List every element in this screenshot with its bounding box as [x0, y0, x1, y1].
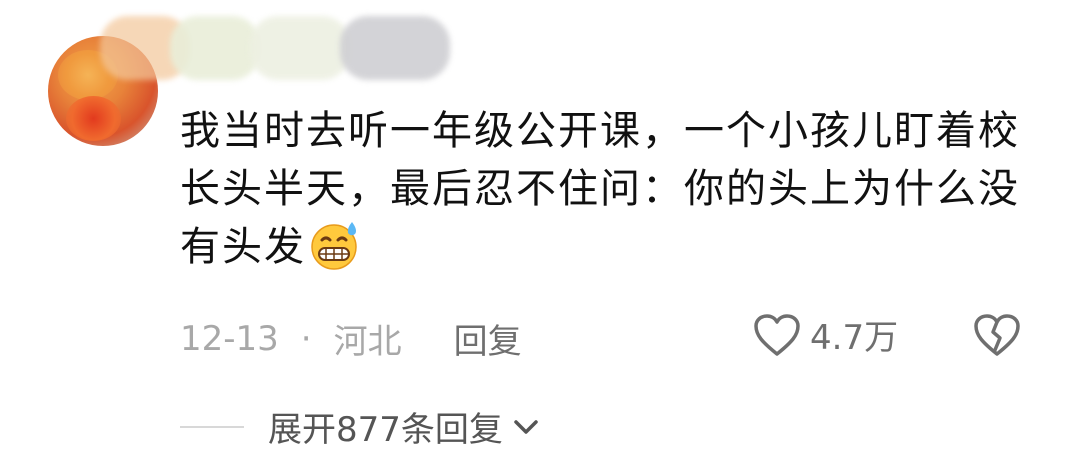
- comment-date: 12-13: [180, 318, 279, 359]
- chevron-down-icon: [514, 419, 538, 434]
- divider-line: [180, 425, 244, 428]
- reply-button[interactable]: 回复: [454, 314, 522, 363]
- broken-heart-icon: [974, 314, 1020, 356]
- comment-location: 河北: [333, 322, 402, 362]
- like-count: 4.7万: [810, 318, 899, 358]
- comment-meta: 12-13 · 河北 回复: [180, 314, 522, 363]
- username-redacted[interactable]: [100, 12, 460, 84]
- like-button[interactable]: 4.7万: [752, 310, 898, 359]
- heart-outline-icon: [754, 313, 800, 356]
- dislike-button[interactable]: [972, 312, 1022, 362]
- expand-replies-label: 展开877条回复: [268, 410, 503, 450]
- sweat-grin-emoji: [311, 222, 357, 270]
- expand-replies-button[interactable]: 展开877条回复: [180, 402, 541, 451]
- comment-text: 我当时去听一年级公开课，一个小孩儿盯着校长头半天，最后忍不住问：你的头上为什么没…: [180, 108, 1020, 270]
- comment-body: 我当时去听一年级公开课，一个小孩儿盯着校长头半天，最后忍不住问：你的头上为什么没…: [180, 102, 1020, 276]
- meta-separator: ·: [300, 318, 312, 359]
